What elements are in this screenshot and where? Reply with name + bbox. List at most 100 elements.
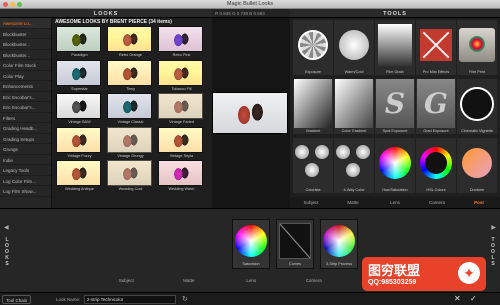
chain-tool-label: Saturation	[242, 262, 260, 266]
stage-matte[interactable]: Matte	[158, 275, 221, 287]
grad-icon	[378, 23, 412, 66]
sidebar-item-category[interactable]: Eric Escobar's...	[0, 102, 51, 113]
preview-image[interactable]	[212, 92, 288, 134]
tool-spot-exposure[interactable]: S Spot Exposure	[375, 79, 415, 138]
tool-pro-mist-effects[interactable]: Pro Mist Effects	[416, 20, 456, 79]
tool-label: Hue/Saturation	[375, 187, 415, 193]
looks-grid-panel: AWESOME LOOKS BY BRENT PIERCE (34 items)…	[52, 18, 261, 224]
dots-icon	[336, 144, 372, 181]
sidebar-item-category[interactable]: Color Play	[0, 71, 51, 81]
tools-grid: Exposure Warm/Cool Film Grain Pro Mist Effe…	[293, 20, 497, 197]
look-thumbnail[interactable]: Vintage Grungy	[107, 126, 154, 161]
cancel-icon[interactable]: ✕	[454, 294, 461, 303]
tool-label: Color Gradient	[334, 128, 374, 134]
look-name-input[interactable]	[84, 295, 176, 304]
tab-post[interactable]: Post	[458, 197, 500, 208]
look-thumbnail[interactable]: Vintage B&W	[56, 93, 103, 127]
stage-camera[interactable]: Camera	[283, 275, 346, 287]
watermark-title: 图穷联盟	[368, 263, 421, 278]
reset-icon[interactable]: ↻	[182, 295, 188, 303]
look-thumbnail[interactable]: Paradigm	[56, 26, 103, 60]
tool-colorista[interactable]: Colorista	[293, 138, 333, 197]
title-bar: Magic Bullet Looks	[0, 0, 500, 9]
tool-grad-exposure[interactable]: G Grad Exposure	[416, 79, 456, 138]
sidebar-item-category[interactable]: Grading Headb...	[0, 123, 51, 134]
tool-icon	[416, 138, 456, 187]
tool-label: Spot Exposure	[375, 128, 415, 134]
sidebar-item-category[interactable]: Awesome Lo...	[0, 18, 51, 29]
rgb-readout: R 0.835 G 0.738 B 0.683	[212, 9, 290, 18]
look-label: Vintage Faded	[169, 120, 194, 124]
chain-tool-curves[interactable]: Curves	[276, 219, 314, 269]
dot-icon	[346, 162, 360, 177]
watermark-subtitle: QQ:985303259	[368, 279, 417, 286]
look-thumbnail[interactable]: Tinsy	[107, 59, 154, 94]
tool-gradient[interactable]: Gradient	[293, 79, 333, 138]
look-thumbnail[interactable]: Tobacco Fill	[158, 59, 205, 94]
look-thumbnail[interactable]: Vintage Sepia	[158, 126, 205, 161]
look-thumbnail[interactable]: Superstar	[56, 59, 103, 94]
tool-cinematic-vignette[interactable]: Cinematic Vignette	[457, 79, 497, 138]
look-thumbnail[interactable]: Wedding Antique	[56, 160, 103, 194]
tool-icon	[416, 20, 456, 69]
look-thumbnail[interactable]: Retro Orange	[107, 26, 154, 60]
look-label: Wedding Antique	[65, 187, 94, 191]
sidebar-item-category[interactable]: Blockbuster...	[0, 50, 51, 60]
look-preview-image	[107, 59, 152, 86]
tools-panel: Exposure Warm/Cool Film Grain Pro Mist Effe…	[290, 18, 500, 208]
tool-duotone[interactable]: Duotone	[457, 138, 497, 197]
chain-tool-3strip[interactable]: 3-Strip Process	[320, 219, 358, 269]
look-thumbnail[interactable]: Vintage Classic	[107, 93, 154, 127]
stage-lens[interactable]: Lens	[220, 275, 283, 287]
tool-exposure[interactable]: Exposure	[293, 20, 333, 79]
stage-subject[interactable]: Subject	[95, 275, 158, 287]
tab-subject[interactable]: Subject	[290, 197, 332, 208]
sidebar-item-category[interactable]: Grunge	[0, 144, 51, 155]
sidebar-item-category[interactable]: Grading Setups	[0, 134, 51, 144]
looks-side-label: LOOKS	[2, 237, 12, 267]
confirm-icon[interactable]: ✓	[470, 294, 477, 303]
tool-film-grain[interactable]: Film Grain	[375, 20, 415, 79]
tab-matte[interactable]: Matte	[332, 197, 374, 208]
tool-label: Duotone	[457, 187, 497, 193]
tool-icon	[293, 20, 333, 69]
tab-lens[interactable]: Lens	[374, 197, 416, 208]
tool-icon	[457, 20, 497, 69]
look-thumbnail[interactable]: Vintage Fuzzy	[56, 126, 103, 161]
chevron-right-icon[interactable]: ▶	[491, 224, 496, 231]
tools-panel-header: TOOLS	[290, 9, 500, 18]
tool-chain-button[interactable]: Tool Chain	[2, 295, 32, 304]
look-label: Paradigm	[71, 53, 88, 57]
look-preview-image	[158, 160, 203, 186]
tool-4-way-color[interactable]: 4-Way Color	[334, 138, 374, 197]
wheel-icon	[379, 146, 411, 179]
sidebar-item-category[interactable]: Blockbuster...	[0, 39, 51, 50]
three-strip-icon	[321, 220, 357, 262]
tab-camera[interactable]: Camera	[416, 197, 458, 208]
sidebar-item-category[interactable]: Log Color Film...	[0, 176, 51, 186]
sidebar-item-category[interactable]: Enhancements	[0, 81, 51, 92]
tool-warm-cool[interactable]: Warm/Cool	[334, 20, 374, 79]
look-thumbnail[interactable]: Wedding Warm	[158, 160, 205, 194]
tool-hue-saturation[interactable]: Hue/Saturation	[375, 138, 415, 197]
tool-color-gradient[interactable]: Color Gradient	[334, 79, 374, 138]
tool-hsl-colors[interactable]: HSL Colors	[416, 138, 456, 197]
tool-film-print[interactable]: Film Print	[457, 20, 497, 79]
look-thumbnail[interactable]: Wedding Cool	[107, 160, 154, 194]
sidebar-item-category[interactable]: Color Film Stock	[0, 60, 51, 71]
tools-category-tabs: Subject Matte Lens Camera Post	[290, 197, 500, 208]
sidebar-item-category[interactable]: Blockbuster	[0, 29, 51, 39]
dots-icon	[295, 144, 331, 181]
look-thumbnail[interactable]: Retro Pink	[158, 26, 205, 60]
look-thumbnail[interactable]: Vintage Faded	[158, 93, 205, 127]
sidebar-item-category[interactable]: Log Film Show...	[0, 186, 51, 197]
looks-panel-title: LOOKS	[93, 11, 119, 17]
chevron-left-icon[interactable]: ◀	[4, 224, 9, 231]
sidebar-item-category[interactable]: Filters	[0, 113, 51, 123]
sidebar-item-category[interactable]: Eric Escobar's...	[0, 92, 51, 102]
sidebar-item-category[interactable]: Legacy Tools	[0, 165, 51, 176]
chain-tool-label: 3-Strip Process	[326, 262, 352, 266]
sidebar-item-category[interactable]: Indie	[0, 155, 51, 165]
chain-tool-saturation[interactable]: Saturation	[232, 219, 270, 269]
look-preview-image	[158, 93, 203, 119]
